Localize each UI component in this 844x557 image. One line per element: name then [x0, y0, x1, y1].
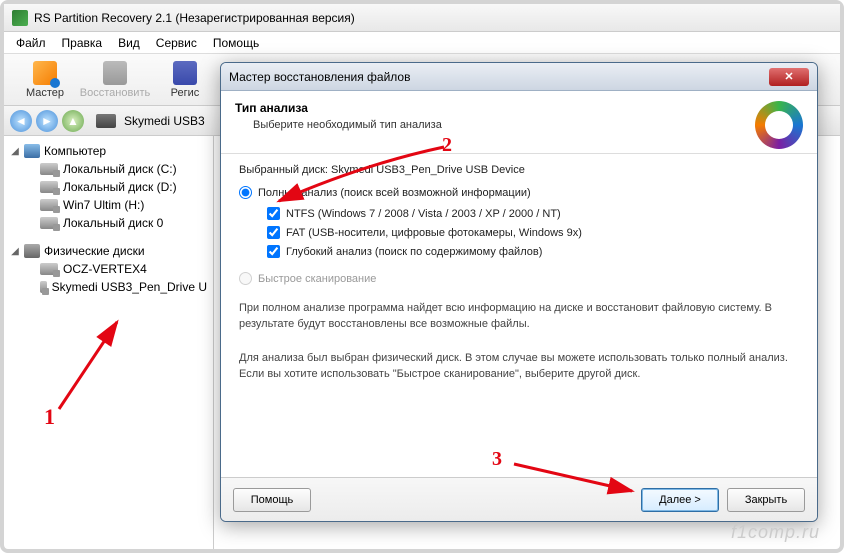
- check-deep-input[interactable]: [267, 245, 280, 258]
- dialog-heading: Тип анализа: [235, 101, 755, 115]
- tree-item-skymedi[interactable]: Skymedi USB3_Pen_Drive U: [4, 278, 213, 296]
- radio-full-analysis[interactable]: Полный анализ (поиск всей возможной инфо…: [239, 186, 799, 199]
- check-fat[interactable]: FAT (USB-носители, цифровые фотокамеры, …: [267, 226, 799, 239]
- check-ntfs-input[interactable]: [267, 207, 280, 220]
- menu-service[interactable]: Сервис: [148, 34, 205, 52]
- check-fat-input[interactable]: [267, 226, 280, 239]
- dialog-close-button[interactable]: ✕: [769, 68, 809, 86]
- menu-file[interactable]: Файл: [8, 34, 54, 52]
- help-button[interactable]: Помощь: [233, 488, 311, 512]
- wizard-dialog: Мастер восстановления файлов ✕ Тип анали…: [220, 62, 818, 522]
- tree-item-win7[interactable]: Win7 Ultim (H:): [4, 196, 213, 214]
- tree-item-local-d[interactable]: Локальный диск (D:): [4, 178, 213, 196]
- disk-icon: [40, 199, 58, 211]
- region-icon: [173, 61, 197, 85]
- nav-back-button[interactable]: ◄: [10, 110, 32, 132]
- menu-help[interactable]: Помощь: [205, 34, 267, 52]
- tree-item-local-0[interactable]: Локальный диск 0: [4, 214, 213, 232]
- tree-computer[interactable]: ◢ Компьютер: [4, 142, 213, 160]
- radio-quick-scan: Быстрое сканирование: [239, 272, 799, 285]
- info-text-1: При полном анализе программа найдет всю …: [239, 301, 799, 333]
- restore-icon: [103, 61, 127, 85]
- drive-icon: [96, 114, 116, 128]
- toolbar-master-label: Мастер: [26, 87, 64, 99]
- window-title: RS Partition Recovery 2.1 (Незарегистрир…: [34, 11, 355, 25]
- disk-icon: [40, 217, 58, 229]
- next-button[interactable]: Далее >: [641, 488, 719, 512]
- disk-icon: [40, 163, 58, 175]
- dialog-footer: Помощь Далее > Закрыть: [221, 477, 817, 521]
- check-deep[interactable]: Глубокий анализ (поиск по содержимому фа…: [267, 245, 799, 258]
- menu-view[interactable]: Вид: [110, 34, 148, 52]
- check-ntfs[interactable]: NTFS (Windows 7 / 2008 / Vista / 2003 / …: [267, 207, 799, 220]
- nav-forward-button[interactable]: ►: [36, 110, 58, 132]
- app-icon: [12, 10, 28, 26]
- tree-physical[interactable]: ◢ Физические диски: [4, 242, 213, 260]
- info-text-2: Для анализа был выбран физический диск. …: [239, 351, 799, 383]
- tree-physical-label: Физические диски: [44, 244, 145, 258]
- expander-icon[interactable]: ◢: [10, 146, 20, 157]
- radio-full-input[interactable]: [239, 186, 252, 199]
- title-bar: RS Partition Recovery 2.1 (Незарегистрир…: [4, 4, 840, 32]
- sidebar: ◢ Компьютер Локальный диск (C:) Локальны…: [4, 136, 214, 549]
- tree-item-local-c[interactable]: Локальный диск (C:): [4, 160, 213, 178]
- toolbar-region-button[interactable]: Регис: [150, 61, 220, 99]
- dialog-subheading: Выберите необходимый тип анализа: [253, 119, 755, 131]
- expander-icon[interactable]: ◢: [10, 246, 20, 257]
- disk-icon: [40, 263, 58, 275]
- drives-icon: [24, 244, 40, 258]
- toolbar-region-label: Регис: [171, 87, 200, 99]
- disk-icon: [40, 181, 58, 193]
- dialog-title: Мастер восстановления файлов: [229, 70, 410, 84]
- menu-edit[interactable]: Правка: [54, 34, 111, 52]
- toolbar-master-button[interactable]: Мастер: [10, 61, 80, 99]
- close-button[interactable]: Закрыть: [727, 488, 805, 512]
- tree-item-ocz[interactable]: OCZ-VERTEX4: [4, 260, 213, 278]
- tree-computer-label: Компьютер: [44, 144, 106, 158]
- wand-icon: [33, 61, 57, 85]
- dialog-header: Тип анализа Выберите необходимый тип ана…: [221, 91, 817, 154]
- computer-icon: [24, 144, 40, 158]
- toolbar-restore-button: Восстановить: [80, 61, 150, 99]
- dialog-titlebar: Мастер восстановления файлов ✕: [221, 63, 817, 91]
- nav-path: Skymedi USB3: [124, 114, 205, 128]
- selected-disk-label: Выбранный диск: Skymedi USB3_Pen_Drive U…: [239, 164, 799, 176]
- radio-quick-input: [239, 272, 252, 285]
- watermark: f1comp.ru: [731, 522, 820, 543]
- disk-icon: [40, 281, 47, 293]
- recovery-icon: [755, 101, 803, 149]
- nav-up-button[interactable]: ▲: [62, 110, 84, 132]
- toolbar-restore-label: Восстановить: [80, 87, 150, 99]
- menu-bar: Файл Правка Вид Сервис Помощь: [4, 32, 840, 54]
